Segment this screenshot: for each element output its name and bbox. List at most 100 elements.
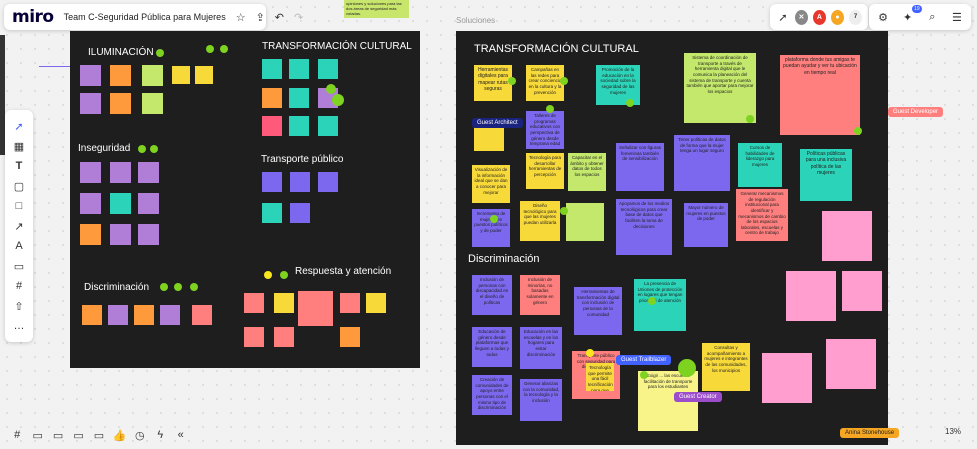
menu-icon[interactable]: ☰ [949, 9, 965, 25]
vote-dot[interactable] [854, 127, 862, 135]
presentation-icon[interactable]: ▭ [71, 427, 85, 443]
sticky-note[interactable] [138, 193, 159, 214]
vote-dot[interactable] [560, 207, 568, 215]
sticky-note[interactable]: Tecnología para desarrollar herramientas… [526, 153, 564, 189]
vote-dot[interactable] [326, 84, 336, 94]
sticky-note[interactable] [192, 305, 212, 325]
vote-dot[interactable] [586, 349, 594, 357]
vote-dot[interactable] [626, 99, 634, 107]
sticky-note[interactable]: Tener políticas de datos de forma que la… [674, 135, 730, 191]
sticky-note[interactable]: Visualización de la información ideal qu… [472, 165, 510, 203]
sticky-note[interactable] [566, 203, 604, 241]
sticky-note[interactable] [289, 116, 309, 136]
sticky-note[interactable]: plataforma donde tus amigas te puedan ay… [780, 55, 860, 135]
vote-dot[interactable] [220, 45, 228, 53]
sticky-note[interactable] [142, 93, 163, 114]
sticky-note[interactable]: Cursos de habilidades de liderazgo para … [738, 143, 782, 187]
sticky-note[interactable]: Señalizar con figuras femeninas también … [616, 143, 664, 191]
sticky-note[interactable] [762, 353, 812, 403]
sticky-note-top[interactable]: opiniones y soluciones para las dos área… [344, 0, 409, 18]
sticky-note[interactable] [80, 93, 101, 114]
left-frame[interactable]: ILUMINACIÓN Inseguridad Discriminación T… [70, 31, 420, 368]
sticky-note[interactable] [262, 59, 282, 79]
sticky-note[interactable]: Educación en las escuelas y en los hogar… [520, 327, 562, 369]
pen-icon[interactable]: A [11, 238, 27, 254]
participant-count[interactable]: 7 [848, 9, 863, 25]
sticky-note[interactable] [82, 305, 102, 325]
sticky-note[interactable]: Creación de comunidades de apoyo entre p… [472, 375, 512, 415]
sticky-note[interactable] [274, 327, 294, 347]
sticky-note[interactable] [340, 293, 360, 313]
sticky-note[interactable] [290, 203, 310, 223]
templates-icon[interactable]: ▦ [11, 138, 27, 154]
star-icon[interactable]: ☆ [236, 9, 246, 25]
sticky-note[interactable] [474, 127, 504, 151]
sticky-note[interactable] [289, 88, 309, 108]
sticky-note[interactable] [80, 193, 101, 214]
chat-icon[interactable]: ▭ [51, 427, 65, 443]
vote-dot[interactable] [648, 297, 656, 305]
vote-dot[interactable] [150, 145, 158, 153]
sticky-note[interactable] [274, 293, 294, 313]
sticky-note[interactable]: Consultas y acompañamiento a mujeres e i… [702, 343, 750, 391]
sticky-note[interactable]: Promoción de la educación en la sociedad… [596, 65, 640, 105]
vote-dot[interactable] [490, 215, 498, 223]
sticky-note[interactable] [822, 211, 872, 261]
sticky-note[interactable]: Sistema de coordinación de transporte a … [684, 53, 756, 123]
sticky-note[interactable]: Capacitar en el ámbito y obtener datos d… [568, 153, 606, 191]
comment-bubble-icon[interactable]: ▭ [30, 427, 44, 443]
sticky-note[interactable] [262, 116, 282, 136]
sticky-note[interactable] [195, 66, 213, 84]
vote-dot[interactable] [546, 105, 554, 113]
vote-dot[interactable] [138, 145, 146, 153]
more-tools-icon[interactable]: … [11, 318, 27, 334]
sticky-note[interactable] [80, 224, 101, 245]
avatar-guest[interactable]: ✕ [794, 9, 808, 25]
sticky-note[interactable] [134, 305, 154, 325]
vote-dot[interactable] [264, 271, 272, 279]
sticky-note[interactable] [289, 59, 309, 79]
sticky-note[interactable]: Apoyamos de los medios tecnológicos para… [616, 199, 672, 255]
sticky-note[interactable]: Políticas públicas para una inclusiva po… [800, 149, 852, 201]
miro-logo[interactable]: miro [12, 7, 54, 27]
search-icon[interactable]: ⌕ [924, 9, 940, 25]
sticky-note[interactable] [318, 172, 338, 192]
sticky-note[interactable]: Inclusión de minorías, no basadas solame… [520, 275, 560, 315]
vote-dot[interactable] [160, 283, 168, 291]
text-icon[interactable]: T [11, 158, 27, 174]
sticky-note[interactable]: Mayor número de mujeres en puestos de po… [684, 203, 728, 247]
upload-icon[interactable]: ⇧ [11, 298, 27, 314]
sticky-note[interactable] [138, 162, 159, 183]
sticky-note[interactable] [110, 224, 131, 245]
sticky-note[interactable]: Generar alianzas con la comunidad, la te… [520, 379, 562, 421]
vote-dot[interactable] [678, 359, 696, 377]
sticky-note[interactable] [262, 172, 282, 192]
vote-dot[interactable] [280, 271, 288, 279]
settings-sliders-icon[interactable]: ⚙ [875, 9, 891, 25]
sticky-note[interactable] [80, 162, 101, 183]
frame-name-label[interactable]: Soluciones [456, 16, 495, 25]
sticky-note[interactable] [160, 305, 180, 325]
expand-icon[interactable]: « [174, 427, 188, 443]
reactions-icon[interactable]: ✦ 19 [900, 5, 922, 25]
sticky-note[interactable] [172, 66, 190, 84]
sticky-note[interactable] [110, 65, 131, 86]
vote-dot[interactable] [156, 49, 164, 57]
shape-icon[interactable]: □ [11, 198, 27, 214]
sticky-note[interactable]: Herramientas digitales para mapear rutas… [474, 65, 512, 101]
comment-icon[interactable]: ▭ [11, 258, 27, 274]
vote-dot[interactable] [190, 283, 198, 291]
sticky-note[interactable] [110, 162, 131, 183]
lightning-icon[interactable]: ϟ [153, 427, 167, 443]
zoom-level[interactable]: 13% [945, 427, 961, 436]
vote-dot[interactable] [560, 77, 568, 85]
sticky-note[interactable] [842, 271, 882, 311]
sticky-note[interactable]: Campañas en las redes para crear concien… [526, 65, 564, 101]
sticky-note[interactable] [108, 305, 128, 325]
sticky-note[interactable] [110, 193, 131, 214]
sticky-note[interactable]: Tecnología que permite una fácil tecnifi… [586, 363, 614, 391]
sticky-note[interactable] [244, 293, 264, 313]
vote-dot[interactable] [640, 371, 648, 379]
sticky-note[interactable] [298, 291, 333, 326]
timer-icon[interactable]: ◷ [133, 427, 147, 443]
